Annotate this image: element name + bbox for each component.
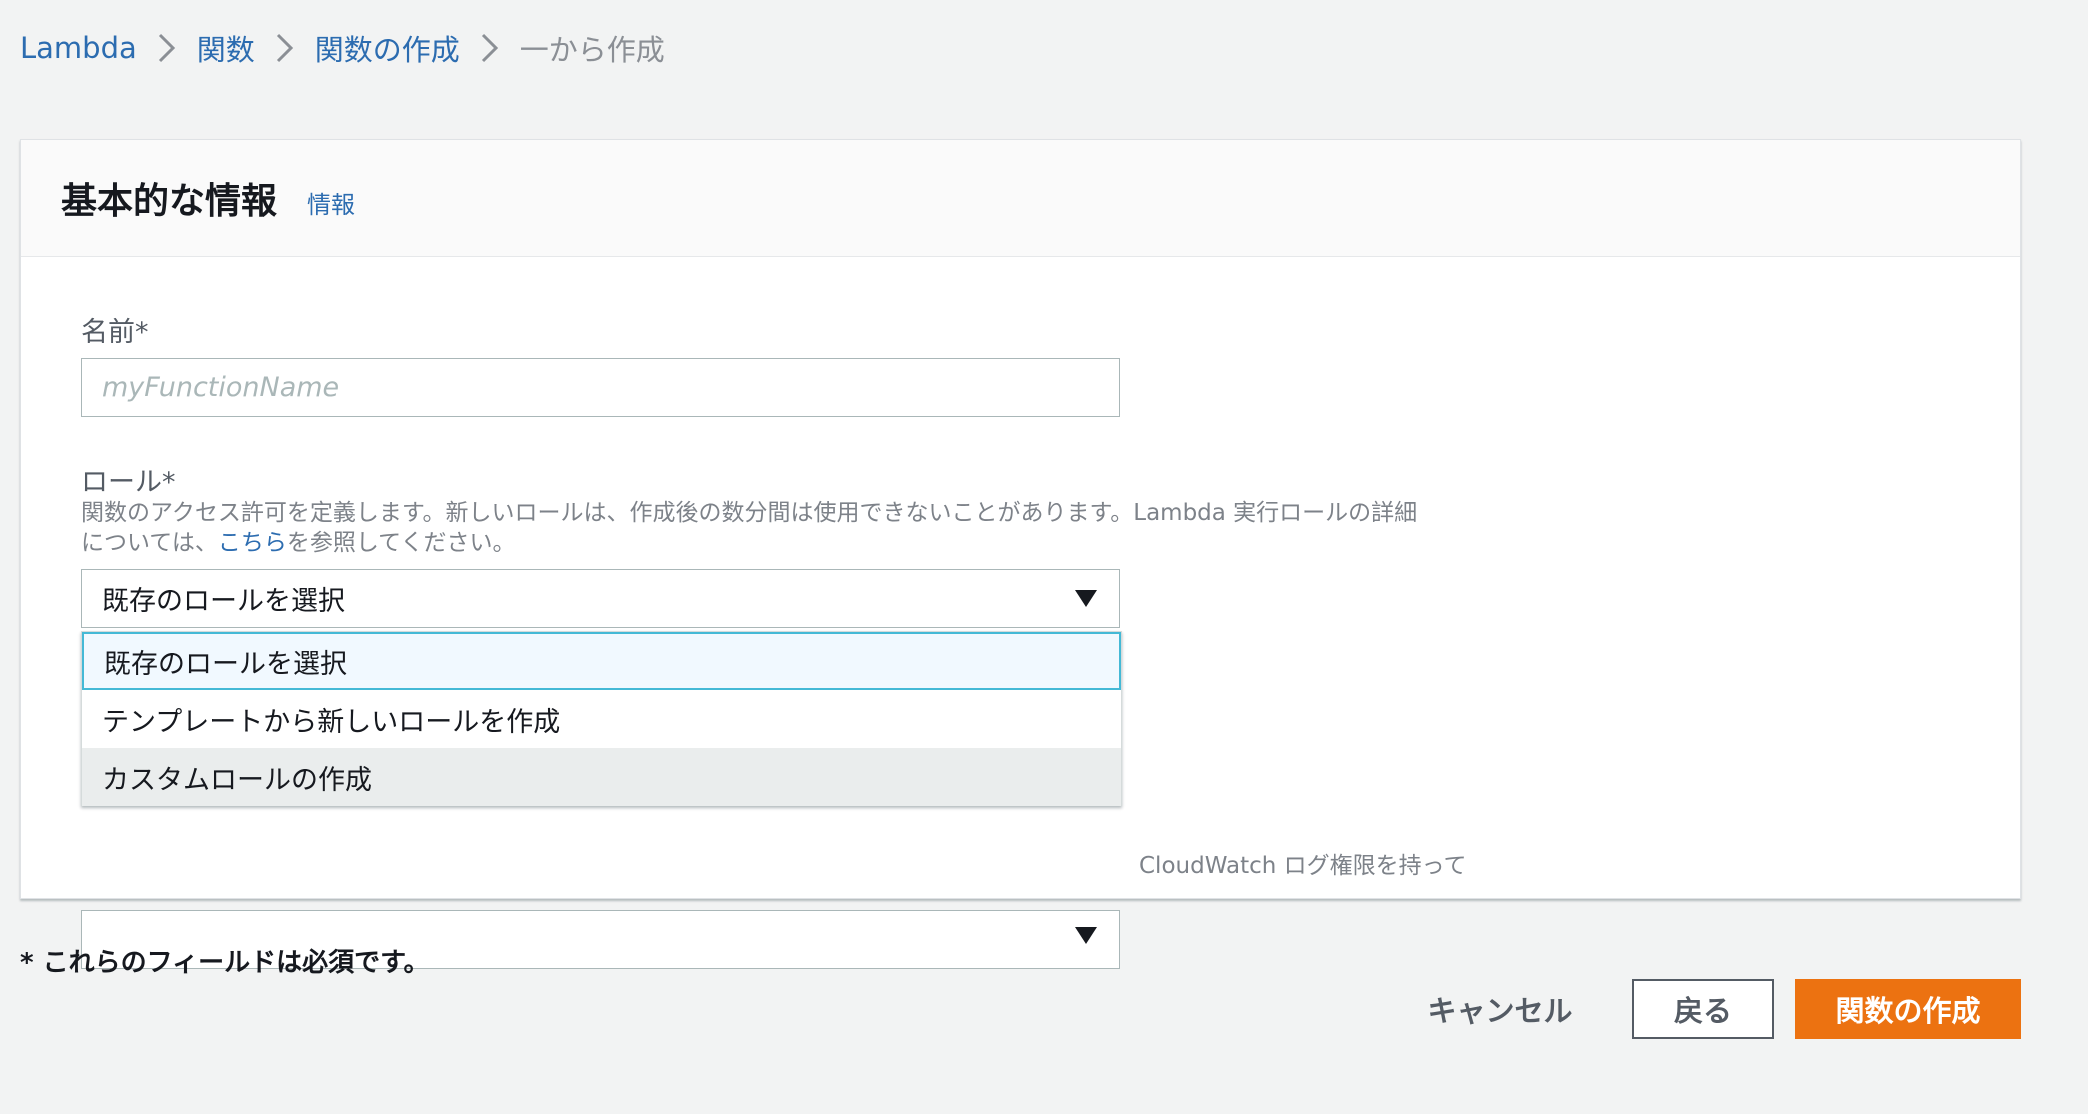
role-label: ロール* [81,467,176,498]
chevron-right-icon [255,26,315,70]
role-option-existing[interactable]: 既存のロールを選択 [82,632,1121,690]
role-description-before: については、 [81,530,218,556]
chevron-right-icon [137,26,197,70]
role-option-custom[interactable]: カスタムロールの作成 [82,748,1121,806]
caret-down-icon [1075,590,1097,607]
breadcrumb: Lambda 関数 関数の作成 一から作成 [20,26,665,70]
breadcrumb-create-function[interactable]: 関数の作成 [315,27,460,69]
caret-down-icon [1075,927,1097,944]
panel-title: 基本的な情報 [61,181,278,222]
role-dropdown-menu: 既存のロールを選択 テンプレートから新しいロールを作成 カスタムロールの作成 [81,631,1122,806]
back-button[interactable]: 戻る [1632,979,1774,1039]
required-fields-note: * これらのフィールドは必須です。 [20,948,430,978]
details-link[interactable]: こちら [218,530,287,556]
breadcrumb-lambda[interactable]: Lambda [20,31,137,65]
existing-role-description: CloudWatch ログ権限を持って [1139,853,1467,879]
basic-info-panel: 基本的な情報 情報 名前* ロール* 関数のアクセス許可を定義します。新しいロー… [20,139,2021,969]
role-select[interactable]: 既存のロールを選択 [81,569,1120,628]
function-name-input[interactable] [81,358,1120,417]
breadcrumb-functions[interactable]: 関数 [197,27,255,69]
name-label: 名前* [81,317,149,348]
cancel-button[interactable]: キャンセル [1415,979,1585,1039]
role-select-value: 既存のロールを選択 [102,586,345,617]
role-description: 関数のアクセス許可を定義します。新しいロールは、作成後の数分間は使用できないこと… [81,498,1417,558]
role-description-after: を参照してください。 [286,530,516,556]
panel-header: 基本的な情報 情報 [21,140,2020,257]
info-link[interactable]: 情報 [307,185,355,220]
create-function-button[interactable]: 関数の作成 [1795,979,2021,1039]
breadcrumb-current: 一から作成 [519,33,665,67]
role-description-line2: については、こちらを参照してください。 [81,528,1417,558]
role-description-line1: 関数のアクセス許可を定義します。新しいロールは、作成後の数分間は使用できないこと… [81,500,1418,526]
chevron-right-icon [460,26,520,70]
role-option-template[interactable]: テンプレートから新しいロールを作成 [82,690,1121,748]
